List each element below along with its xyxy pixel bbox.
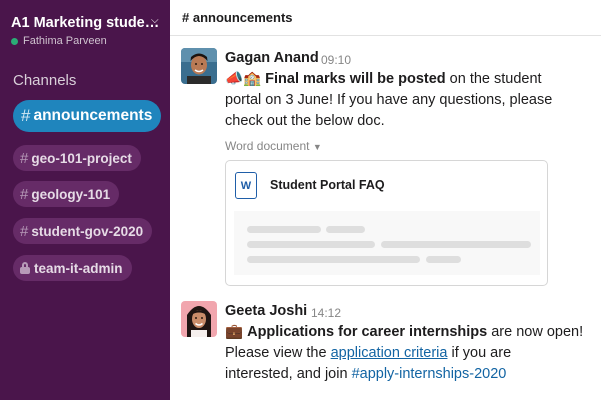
preview-line [381,241,531,248]
channel-header: # announcements [170,0,601,36]
avatar-gagan-icon [181,48,217,84]
sidebar-channel-geology-101[interactable]: # geology-101 [13,181,120,207]
message-text: interested, and join [225,366,352,382]
preview-line [326,226,365,233]
hash-icon: # [21,106,31,125]
channel-label: announcements [33,107,153,124]
message-bold-text: Final marks will be posted [265,71,446,87]
current-user[interactable]: Fathima Parveen [11,35,107,47]
message-timestamp[interactable]: 09:10 [321,53,351,67]
avatar-geeta-icon [181,301,217,337]
message-text: check out the below doc. [225,113,385,129]
message-text: Please view the [225,345,331,361]
preview-line [426,256,461,263]
preview-line [247,241,375,248]
message-timestamp[interactable]: 14:12 [311,306,341,320]
hash-icon: # [20,149,29,167]
emoji: 💼 [225,324,244,340]
attachment-type-label[interactable]: Word document ▼ [225,139,322,153]
channel-link-apply-internships[interactable]: #apply-internships-2020 [352,366,507,382]
sidebar-channel-announcements[interactable]: # announcements [13,100,162,132]
channel-label: geology-101 [31,186,111,202]
message-author[interactable]: Geeta Joshi [225,303,307,319]
message-author[interactable]: Gagan Anand [225,50,319,66]
message-pane: # announcements Gagan Anand 09:10 📣🏫 Fin… [170,0,601,400]
sidebar-channel-student-gov-2020[interactable]: # student-gov-2020 [13,218,153,244]
chevron-down-icon[interactable]: ⌵ [151,15,159,26]
preview-line [247,226,321,233]
message-text: are now open! [487,324,584,340]
message-body: 💼 Applications for career internships ar… [225,322,595,385]
channel-label: team-it-admin [34,260,123,276]
emoji: 📣🏫 [225,71,262,87]
caret-down-icon: ▼ [312,142,322,152]
message-text: if you are [447,345,512,361]
sidebar-channel-team-it-admin[interactable]: team-it-admin [13,255,132,281]
attachment-card[interactable]: W Student Portal FAQ [225,160,548,286]
channel-label: student-gov-2020 [31,223,144,239]
sidebar: A1 Marketing stude… ⌵ Fathima Parveen Ch… [0,0,170,400]
channels-heading[interactable]: Channels [13,72,76,89]
document-preview[interactable] [234,211,540,275]
application-criteria-link[interactable]: application criteria [331,345,448,361]
workspace-name[interactable]: A1 Marketing stude… [11,15,159,31]
attachment-type-text: Word document [225,139,310,153]
user-name: Fathima Parveen [23,35,107,47]
message-bold-text: Applications for career internships [247,324,488,340]
channel-title[interactable]: # announcements [182,10,293,25]
hash-icon: # [20,222,29,240]
word-document-icon: W [235,172,257,199]
message-body: 📣🏫 Final marks will be posted on the stu… [225,69,585,132]
lock-icon [20,262,30,274]
attachment-title[interactable]: Student Portal FAQ [270,178,385,192]
message-text: portal on 3 June! If you have any questi… [225,92,553,108]
channel-label: geo-101-project [31,150,132,166]
preview-line [247,256,420,263]
avatar[interactable] [181,301,217,337]
avatar[interactable] [181,48,217,84]
hash-icon: # [20,185,29,203]
online-status-icon [11,37,18,45]
message-text: on the student [445,71,542,87]
sidebar-channel-geo-101-project[interactable]: # geo-101-project [13,145,141,171]
